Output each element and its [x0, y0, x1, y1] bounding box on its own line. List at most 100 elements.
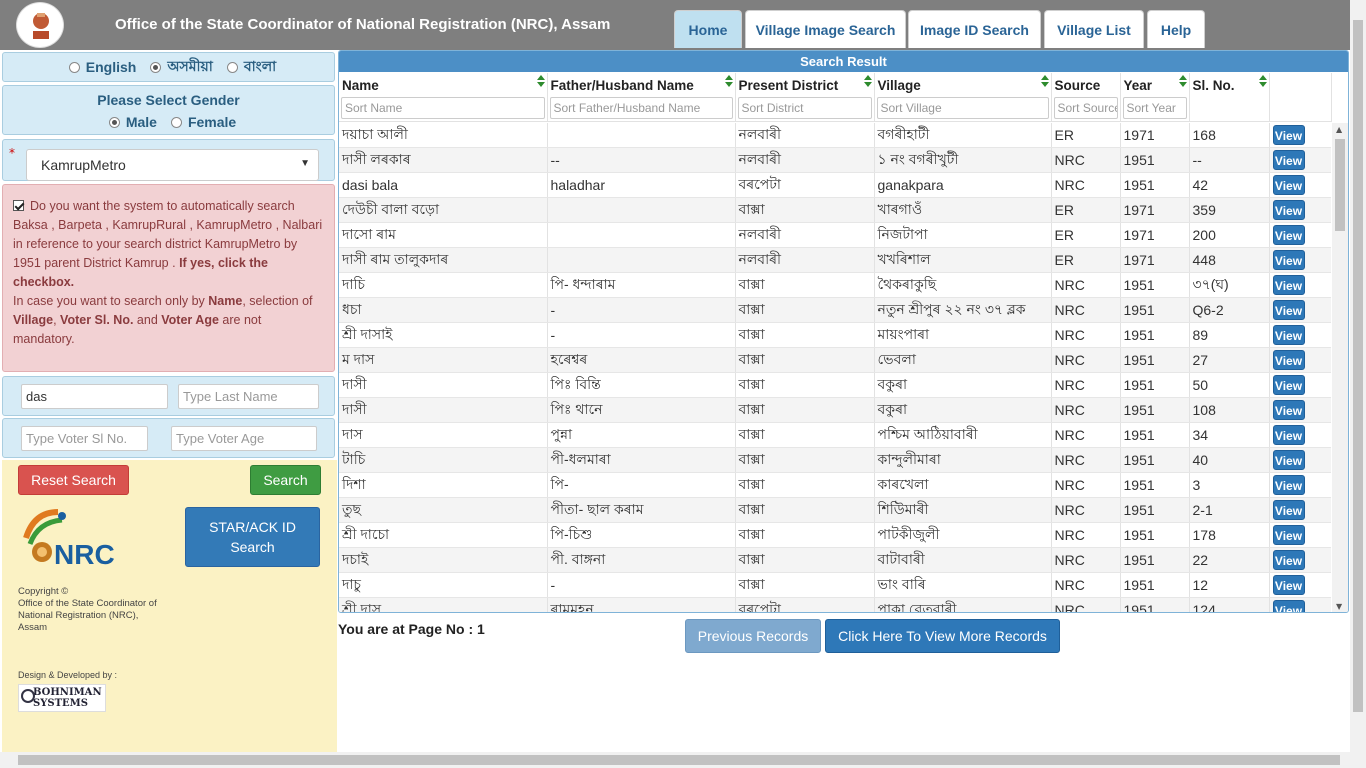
view-button[interactable]: View [1272, 425, 1305, 445]
cell-name: দাসী [339, 397, 548, 423]
view-button[interactable]: View [1272, 250, 1305, 270]
cell-father-husband: পী. বাঙ্গনা [547, 547, 736, 573]
column-header-year[interactable]: Year [1120, 73, 1190, 95]
result-scrollbar[interactable]: ▲ ▼ [1332, 123, 1348, 612]
view-button[interactable]: View [1272, 150, 1305, 170]
view-button[interactable]: View [1272, 350, 1305, 370]
cell-district: বৰপেটা [735, 597, 875, 612]
cell-action: View [1269, 123, 1331, 148]
district-selector: * KamrupMetro ▼ [2, 139, 335, 181]
column-label: Name [342, 77, 379, 93]
voter-inputs: Type Voter Sl No. Type Voter Age [2, 418, 335, 458]
cell-village: শিউিমাৰী [874, 497, 1052, 523]
filter-name-input[interactable]: Sort Name [341, 96, 545, 119]
gender-selector: Please Select Gender Male Female [2, 85, 335, 135]
filter-source-input[interactable]: Sort Source [1053, 96, 1118, 119]
scrollbar-thumb[interactable] [1353, 20, 1363, 712]
column-header-sl-no[interactable]: Sl. No. [1189, 73, 1270, 95]
view-button[interactable]: View [1272, 300, 1305, 320]
column-header-father-husband[interactable]: Father/Husband Name [547, 73, 736, 95]
sort-icon[interactable] [536, 75, 545, 89]
table-row: টাচি পী-ধলমাৰা বাক্সা কান্দুলীমাৰা NRC 1951 40… [339, 447, 1331, 473]
mandatory-note-village: Village [13, 313, 54, 327]
cell-village: নিজটাপা [874, 222, 1052, 248]
sort-icon[interactable] [1040, 75, 1049, 89]
filter-year-input[interactable]: Sort Year [1122, 96, 1187, 119]
view-button[interactable]: View [1272, 550, 1305, 570]
gender-radio-female[interactable] [170, 116, 182, 128]
previous-records-button[interactable]: Previous Records [685, 619, 821, 653]
tab-home[interactable]: Home [674, 10, 742, 48]
view-more-records-button[interactable]: Click Here To View More Records [825, 619, 1060, 653]
column-header-present-district[interactable]: Present District [735, 73, 875, 95]
column-header-source[interactable]: Source [1051, 73, 1121, 95]
scrollbar-thumb[interactable] [1335, 139, 1345, 231]
filter-father-input[interactable]: Sort Father/Husband Name [549, 96, 733, 119]
cell-source: ER [1051, 197, 1121, 223]
sort-icon[interactable] [1258, 75, 1267, 89]
auto-search-checkbox[interactable] [13, 200, 24, 211]
scroll-down-icon[interactable]: ▼ [1336, 602, 1342, 611]
view-button[interactable]: View [1272, 175, 1305, 195]
cell-village: বকুৰা [874, 372, 1052, 398]
voter-age-input[interactable]: Type Voter Age [171, 426, 317, 451]
view-button[interactable]: View [1272, 225, 1305, 245]
cell-father-husband: পি- ধন্দাৰাম [547, 272, 736, 298]
cell-name: ধচা [339, 297, 548, 323]
view-button[interactable]: View [1272, 475, 1305, 495]
view-button[interactable]: View [1272, 275, 1305, 295]
first-name-input[interactable]: das [21, 384, 168, 409]
sort-icon[interactable] [863, 75, 872, 89]
cell-year: 1951 [1120, 572, 1190, 598]
cell-source: ER [1051, 123, 1121, 148]
table-row: দাসী পিঃ থানে বাক্সা বকুৰা NRC 1951 108 View [339, 397, 1331, 423]
mandatory-note-text-2: , selection of [242, 294, 313, 308]
last-name-input[interactable]: Type Last Name [178, 384, 319, 409]
cell-father-husband: পুন্না [547, 422, 736, 448]
view-button[interactable]: View [1272, 500, 1305, 520]
cell-father-husband: - [547, 572, 736, 598]
cell-village: পশ্চিম আঠিয়াবাৰী [874, 422, 1052, 448]
voter-sl-input[interactable]: Type Voter Sl No. [21, 426, 148, 451]
view-button[interactable]: View [1272, 525, 1305, 545]
auto-search-notice: Do you want the system to automatically … [2, 184, 335, 372]
cell-district: বাক্সা [735, 572, 875, 598]
filter-district-input[interactable]: Sort District [737, 96, 872, 119]
view-button[interactable]: View [1272, 375, 1305, 395]
sort-icon[interactable] [724, 75, 733, 89]
search-button[interactable]: Search [250, 465, 321, 495]
cell-sl-no: -- [1189, 147, 1270, 173]
cell-district: বাক্সা [735, 197, 875, 223]
tab-village-list[interactable]: Village List [1044, 10, 1144, 48]
view-button[interactable]: View [1272, 575, 1305, 595]
scroll-up-icon[interactable]: ▲ [1336, 125, 1342, 134]
view-button[interactable]: View [1272, 125, 1305, 145]
language-radio-assamese[interactable] [150, 61, 162, 73]
view-button[interactable]: View [1272, 400, 1305, 420]
reset-search-button[interactable]: Reset Search [18, 465, 129, 495]
cell-sl-no: 178 [1189, 522, 1270, 548]
page-horizontal-scrollbar[interactable] [0, 752, 1366, 768]
view-button[interactable]: View [1272, 325, 1305, 345]
district-select[interactable]: KamrupMetro ▼ [26, 149, 319, 181]
filter-village-input[interactable]: Sort Village [876, 96, 1049, 119]
sort-icon[interactable] [1178, 75, 1187, 89]
language-radio-bengali[interactable] [226, 61, 238, 73]
view-button[interactable]: View [1272, 450, 1305, 470]
tab-village-image-search[interactable]: Village Image Search [745, 10, 906, 48]
tab-help[interactable]: Help [1147, 10, 1205, 48]
view-button[interactable]: View [1272, 200, 1305, 220]
column-header-village[interactable]: Village [874, 73, 1052, 95]
view-button[interactable]: View [1272, 600, 1305, 612]
language-radio-english[interactable] [68, 61, 80, 73]
cell-sl-no: 40 [1189, 447, 1270, 473]
table-row: দেউচী বালা বড়ো বাক্সা খাৰগাওঁ ER 1971 359 Vie… [339, 197, 1331, 223]
star-ack-id-search-button[interactable]: STAR/ACK ID Search [185, 507, 320, 567]
scrollbar-thumb[interactable] [18, 755, 1340, 765]
table-row: dasi bala haladhar বৰপেটা ganakpara NRC 1951 4… [339, 172, 1331, 198]
tab-image-id-search[interactable]: Image ID Search [908, 10, 1041, 48]
gender-radio-male[interactable] [108, 116, 120, 128]
page-vertical-scrollbar[interactable] [1350, 0, 1366, 752]
column-header-name[interactable]: Name [339, 73, 548, 95]
star-ack-line1: STAR/ACK ID [209, 519, 296, 535]
